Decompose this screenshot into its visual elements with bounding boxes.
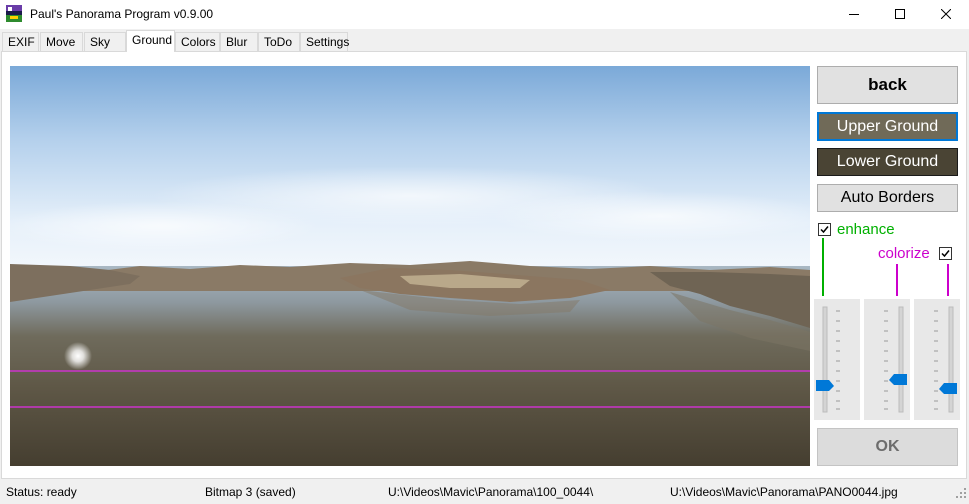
minimize-button[interactable] [831,0,877,29]
slider-enhance-thumb [816,380,834,391]
colorize-checkbox[interactable] [938,246,952,260]
slider-colorize-1-thumb [889,374,907,385]
enhance-checkbox[interactable] [818,222,831,236]
tab-todo[interactable]: ToDo [258,32,300,51]
panorama-image[interactable] [10,66,810,466]
close-icon [940,8,952,22]
slider-enhance-track [816,306,840,413]
auto-borders-button[interactable]: Auto Borders [817,184,958,212]
status-folder: U:\Videos\Mavic\Panorama\100_0044\ [388,485,594,499]
status-bar: Status: ready Bitmap 3 (saved) U:\Videos… [0,481,969,504]
maximize-button[interactable] [877,0,923,29]
enhance-indicator-line [822,238,824,296]
enhance-checkbox-row[interactable]: enhance [818,220,895,238]
tab-settings[interactable]: Settings [300,32,349,51]
title-bar: Paul's Panorama Program v0.9.00 [0,0,969,29]
tab-blur[interactable]: Blur [220,32,258,51]
slider-colorize-2-track [934,306,957,413]
maximize-icon [895,8,905,22]
colorize-indicator-line-2 [947,264,949,296]
app-icon [6,5,22,22]
lower-ground-button[interactable]: Lower Ground [817,148,958,176]
status-bitmap: Bitmap 3 (saved) [205,485,296,499]
slider-colorize-1-track [884,306,907,413]
tab-ground[interactable]: Ground [126,30,175,52]
resize-grip-icon[interactable] [956,487,966,501]
close-button[interactable] [923,0,969,29]
tab-sky[interactable]: Sky [84,32,126,51]
minimize-icon [849,8,859,22]
ok-button[interactable]: OK [817,428,958,466]
tab-strip: EXIF Move Sky Ground Colors Blur ToDo Se… [0,30,969,52]
slider-enhance[interactable] [814,299,860,420]
tab-move[interactable]: Move [40,32,83,51]
status-file: U:\Videos\Mavic\Panorama\PANO0044.jpg [670,485,898,499]
upper-ground-button[interactable]: Upper Ground [817,112,958,141]
enhance-label: enhance [837,220,895,238]
slider-colorize-2-thumb [939,383,957,394]
back-button[interactable]: back [817,66,958,104]
slider-colorize-1[interactable] [864,299,910,420]
window-title: Paul's Panorama Program v0.9.00 [30,7,214,21]
colorize-indicator-line-1 [896,264,898,296]
tab-exif[interactable]: EXIF [2,32,39,51]
status-text: Status: ready [6,485,77,499]
tab-colors[interactable]: Colors [175,32,220,51]
slider-colorize-2[interactable] [914,299,960,420]
colorize-checkbox-row[interactable]: colorize [878,244,952,262]
colorize-label: colorize [878,244,930,262]
